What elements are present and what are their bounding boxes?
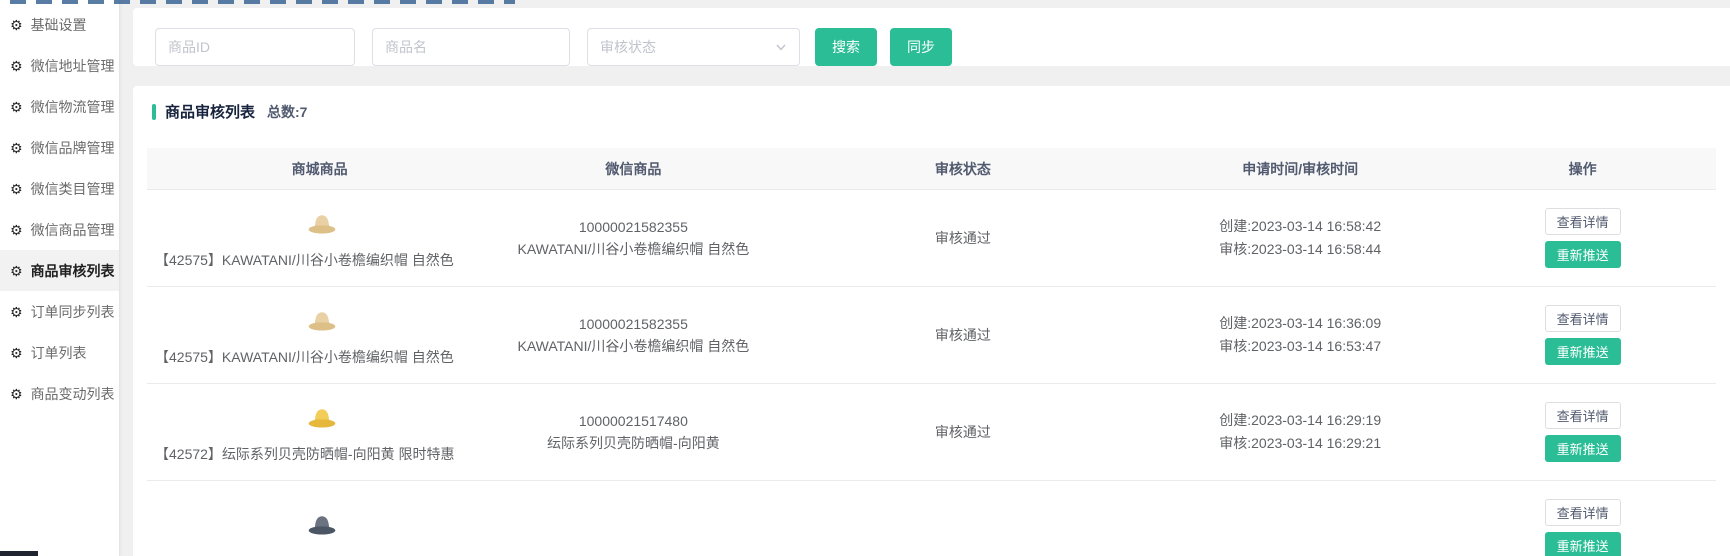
search-button[interactable]: 搜索 — [815, 28, 877, 66]
column-header: 审核状态 — [775, 159, 1152, 179]
mall-product-title: 【42575】KAWATANI/川谷小卷檐编织帽 自然色 — [155, 347, 488, 367]
gear-icon: ⚙ — [10, 59, 23, 73]
sidebar-item-label: 订单同步列表 — [31, 302, 115, 322]
created-time: 创建:2023-03-14 16:58:42 — [1219, 215, 1381, 238]
gear-icon: ⚙ — [10, 18, 23, 32]
hat-icon — [306, 209, 338, 241]
sidebar-item[interactable]: ⚙ 微信类目管理 — [0, 168, 119, 209]
gear-icon: ⚙ — [10, 305, 23, 319]
hat-icon — [306, 510, 338, 542]
wechat-product-id: 10000021582355 — [492, 216, 774, 238]
gear-icon: ⚙ — [10, 223, 23, 237]
app-window: ⚙ 基础设置 ⚙ 微信地址管理 ⚙ 微信物流管理 ⚙ 微信品牌管理 ⚙ 微信类目… — [0, 0, 1730, 556]
clipped-header-remnant — [10, 0, 515, 4]
audit-status-placeholder: 审核状态 — [600, 37, 656, 57]
gear-icon: ⚙ — [10, 100, 23, 114]
column-header: 申请时间/审核时间 — [1151, 159, 1449, 179]
sidebar-item[interactable]: ⚙ 微信物流管理 — [0, 86, 119, 127]
sidebar-item-label: 微信类目管理 — [31, 179, 115, 199]
mall-product-title: 【42575】KAWATANI/川谷小卷檐编织帽 自然色 — [155, 250, 488, 270]
audit-list-card: 商品审核列表 总数:7 商城商品微信商品审核状态申请时间/审核时间操作 【425… — [133, 86, 1730, 556]
table-row: 查看详情 重新推送 — [147, 481, 1716, 556]
column-header: 微信商品 — [492, 159, 774, 179]
main-content: 审核状态 搜索 同步 商品审核列表 总数:7 商城商品微信商品审核状态申请时间/… — [120, 0, 1730, 556]
product-image — [305, 208, 339, 242]
repush-button[interactable]: 重新推送 — [1545, 338, 1621, 365]
view-detail-button[interactable]: 查看详情 — [1545, 208, 1621, 235]
sidebar: ⚙ 基础设置 ⚙ 微信地址管理 ⚙ 微信物流管理 ⚙ 微信品牌管理 ⚙ 微信类目… — [0, 0, 120, 556]
page-title: 商品审核列表 — [165, 101, 255, 122]
audit-status: 审核通过 — [935, 325, 991, 345]
sidebar-item-label: 基础设置 — [31, 15, 87, 35]
audited-time: 审核:2023-03-14 16:53:47 — [1219, 335, 1381, 358]
sync-button[interactable]: 同步 — [890, 28, 952, 66]
product-id-input[interactable] — [155, 28, 355, 66]
sidebar-item-label: 微信商品管理 — [31, 220, 115, 240]
gear-icon: ⚙ — [10, 387, 23, 401]
sidebar-item[interactable]: ⚙ 基础设置 — [0, 4, 119, 45]
sidebar-item[interactable]: ⚙ 商品审核列表 — [0, 250, 119, 291]
filter-bar: 审核状态 搜索 同步 — [133, 8, 1730, 66]
clipped-element-remnant — [0, 551, 38, 556]
sidebar-nav: ⚙ 基础设置 ⚙ 微信地址管理 ⚙ 微信物流管理 ⚙ 微信品牌管理 ⚙ 微信类目… — [0, 4, 119, 414]
sidebar-item[interactable]: ⚙ 微信商品管理 — [0, 209, 119, 250]
gear-icon: ⚙ — [10, 346, 23, 360]
gear-icon: ⚙ — [10, 264, 23, 278]
sidebar-item-label: 微信地址管理 — [31, 56, 115, 76]
column-header: 商城商品 — [147, 159, 492, 179]
chevron-down-icon — [775, 41, 787, 53]
sidebar-item-label: 微信品牌管理 — [31, 138, 115, 158]
audit-status: 审核通过 — [935, 228, 991, 248]
product-image — [305, 305, 339, 339]
sidebar-item-label: 订单列表 — [31, 343, 87, 363]
product-image — [305, 402, 339, 436]
sidebar-item[interactable]: ⚙ 订单同步列表 — [0, 291, 119, 332]
sidebar-item[interactable]: ⚙ 微信地址管理 — [0, 45, 119, 86]
wechat-product-name: 纭际系列贝壳防晒帽-向阳黄 — [492, 432, 774, 454]
hat-icon — [306, 306, 338, 338]
column-header: 操作 — [1449, 159, 1716, 179]
view-detail-button[interactable]: 查看详情 — [1545, 305, 1621, 332]
table-body: 【42575】KAWATANI/川谷小卷檐编织帽 自然色 10000021582… — [147, 190, 1716, 556]
audit-status-select[interactable]: 审核状态 — [587, 28, 800, 66]
sidebar-item[interactable]: ⚙ 微信品牌管理 — [0, 127, 119, 168]
audit-table: 商城商品微信商品审核状态申请时间/审核时间操作 【42575】KAWATANI/… — [147, 148, 1716, 556]
wechat-product-name: KAWATANI/川谷小卷檐编织帽 自然色 — [492, 335, 774, 357]
sidebar-item-label: 商品审核列表 — [31, 261, 115, 281]
title-accent-bar — [152, 104, 156, 120]
wechat-product-id: 10000021582355 — [492, 313, 774, 335]
product-image — [305, 509, 339, 543]
sidebar-item-label: 商品变动列表 — [31, 384, 115, 404]
sidebar-item[interactable]: ⚙ 商品变动列表 — [0, 373, 119, 414]
created-time: 创建:2023-03-14 16:29:19 — [1219, 409, 1381, 432]
gear-icon: ⚙ — [10, 182, 23, 196]
total-count: 总数:7 — [267, 102, 307, 122]
hat-icon — [306, 403, 338, 435]
audited-time: 审核:2023-03-14 16:58:44 — [1219, 238, 1381, 261]
repush-button[interactable]: 重新推送 — [1545, 435, 1621, 462]
list-title-bar: 商品审核列表 总数:7 — [133, 101, 1730, 122]
mall-product-title: 【42572】纭际系列贝壳防晒帽-向阳黄 限时特惠 — [155, 444, 488, 464]
product-name-input[interactable] — [372, 28, 570, 66]
table-header-row: 商城商品微信商品审核状态申请时间/审核时间操作 — [147, 148, 1716, 190]
table-row: 【42572】纭际系列贝壳防晒帽-向阳黄 限时特惠 10000021517480… — [147, 384, 1716, 481]
repush-button[interactable]: 重新推送 — [1545, 532, 1621, 556]
repush-button[interactable]: 重新推送 — [1545, 241, 1621, 268]
gear-icon: ⚙ — [10, 141, 23, 155]
audit-status: 审核通过 — [935, 422, 991, 442]
wechat-product-name: KAWATANI/川谷小卷檐编织帽 自然色 — [492, 238, 774, 260]
sidebar-item[interactable]: ⚙ 订单列表 — [0, 332, 119, 373]
created-time: 创建:2023-03-14 16:36:09 — [1219, 312, 1381, 335]
sidebar-item-label: 微信物流管理 — [31, 97, 115, 117]
view-detail-button[interactable]: 查看详情 — [1545, 402, 1621, 429]
table-row: 【42575】KAWATANI/川谷小卷檐编织帽 自然色 10000021582… — [147, 190, 1716, 287]
audited-time: 审核:2023-03-14 16:29:21 — [1219, 432, 1381, 455]
wechat-product-id: 10000021517480 — [492, 410, 774, 432]
table-row: 【42575】KAWATANI/川谷小卷檐编织帽 自然色 10000021582… — [147, 287, 1716, 384]
view-detail-button[interactable]: 查看详情 — [1545, 499, 1621, 526]
